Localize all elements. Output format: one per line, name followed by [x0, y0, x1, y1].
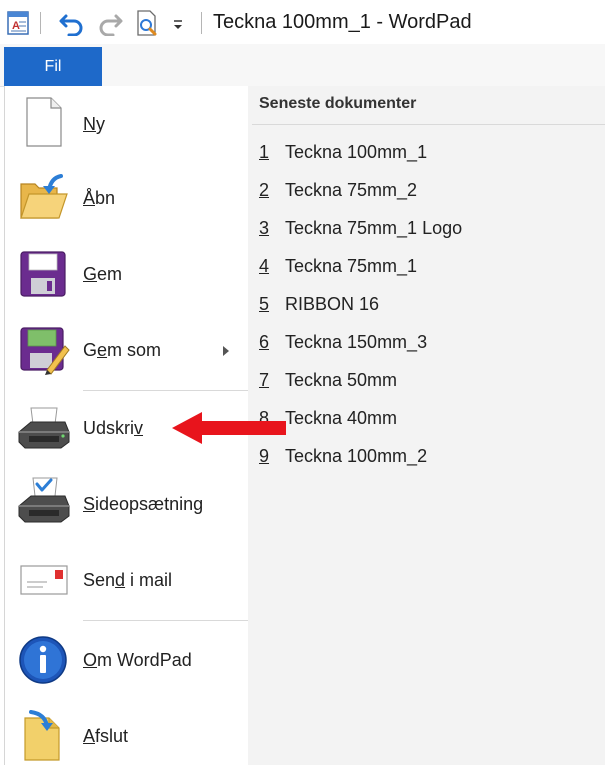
- menu-label-save-as: Gem som: [83, 339, 162, 360]
- menu-separator: [83, 620, 248, 621]
- menu-item-about[interactable]: Om WordPad: [5, 624, 248, 696]
- customize-qat-icon[interactable]: [171, 8, 185, 38]
- print-preview-icon[interactable]: [135, 8, 161, 38]
- menu-item-page-setup[interactable]: Sideopsætning: [5, 468, 248, 540]
- recent-documents-header: Seneste dokumenter: [259, 95, 417, 112]
- recent-item[interactable]: 9 Teckna 100mm_2: [259, 446, 427, 476]
- menu-label-save: Gem: [83, 263, 123, 284]
- menu-item-send-mail[interactable]: Send i mail: [5, 544, 248, 616]
- menu-label-about: Om WordPad: [83, 649, 192, 670]
- red-arrow-icon: [170, 408, 288, 448]
- page-setup-icon: [17, 476, 71, 528]
- redo-icon[interactable]: [96, 8, 124, 38]
- printer-icon: [17, 402, 71, 454]
- new-document-icon: [17, 96, 71, 148]
- recent-item[interactable]: 3 Teckna 75mm_1 Logo: [259, 218, 462, 248]
- save-icon: [17, 248, 71, 300]
- recent-item[interactable]: 2 Teckna 75mm_2: [259, 180, 417, 210]
- recent-item[interactable]: 7 Teckna 50mm: [259, 370, 397, 400]
- menu-item-save-as[interactable]: Gem som: [5, 314, 248, 386]
- recent-item[interactable]: 6 Teckna 150mm_3: [259, 332, 427, 362]
- title-bar: A Teckna 100mm_1 - WordPad: [0, 0, 605, 44]
- recent-item[interactable]: 1 Teckna 100mm_1: [259, 142, 427, 172]
- exit-icon: [17, 710, 71, 762]
- menu-item-open[interactable]: Åbn: [5, 162, 248, 234]
- recent-header-separator: [252, 124, 605, 125]
- email-icon: [17, 558, 71, 610]
- save-as-icon: [17, 324, 71, 376]
- recent-item[interactable]: 4 Teckna 75mm_1: [259, 256, 417, 286]
- menu-label-page-setup: Sideopsætning: [83, 493, 204, 514]
- wordpad-app-icon[interactable]: A: [6, 8, 30, 38]
- menu-item-exit[interactable]: Afslut: [5, 700, 248, 772]
- submenu-arrow-icon: [223, 346, 229, 356]
- menu-label-print: Udskriv: [83, 417, 144, 438]
- open-folder-icon: [17, 172, 71, 224]
- recent-item[interactable]: 5 RIBBON 16: [259, 294, 379, 324]
- recent-documents-panel: Seneste dokumenter 1 Teckna 100mm_1 2 Teck…: [248, 86, 605, 765]
- menu-label-exit: Afslut: [83, 725, 129, 746]
- info-icon: [17, 634, 71, 686]
- title-separator: [201, 12, 202, 34]
- menu-label-open: Åbn: [83, 187, 116, 208]
- menu-label-send-mail: Send i mail: [83, 569, 173, 590]
- window-title: Teckna 100mm_1 - WordPad: [213, 11, 472, 33]
- menu-label-new: Ny: [83, 113, 105, 134]
- file-tab[interactable]: Fil: [4, 47, 102, 87]
- menu-item-new[interactable]: Ny: [5, 88, 248, 160]
- file-menu: Ny Åbn Gem Gem som Udskriv Sideopsætning…: [4, 86, 605, 765]
- menu-item-save[interactable]: Gem: [5, 238, 248, 310]
- svg-text:A: A: [12, 20, 20, 32]
- undo-icon[interactable]: [58, 8, 86, 38]
- ribbon-tab-bar: Fil: [0, 44, 605, 87]
- qat-separator: [40, 12, 41, 34]
- menu-separator: [83, 390, 248, 391]
